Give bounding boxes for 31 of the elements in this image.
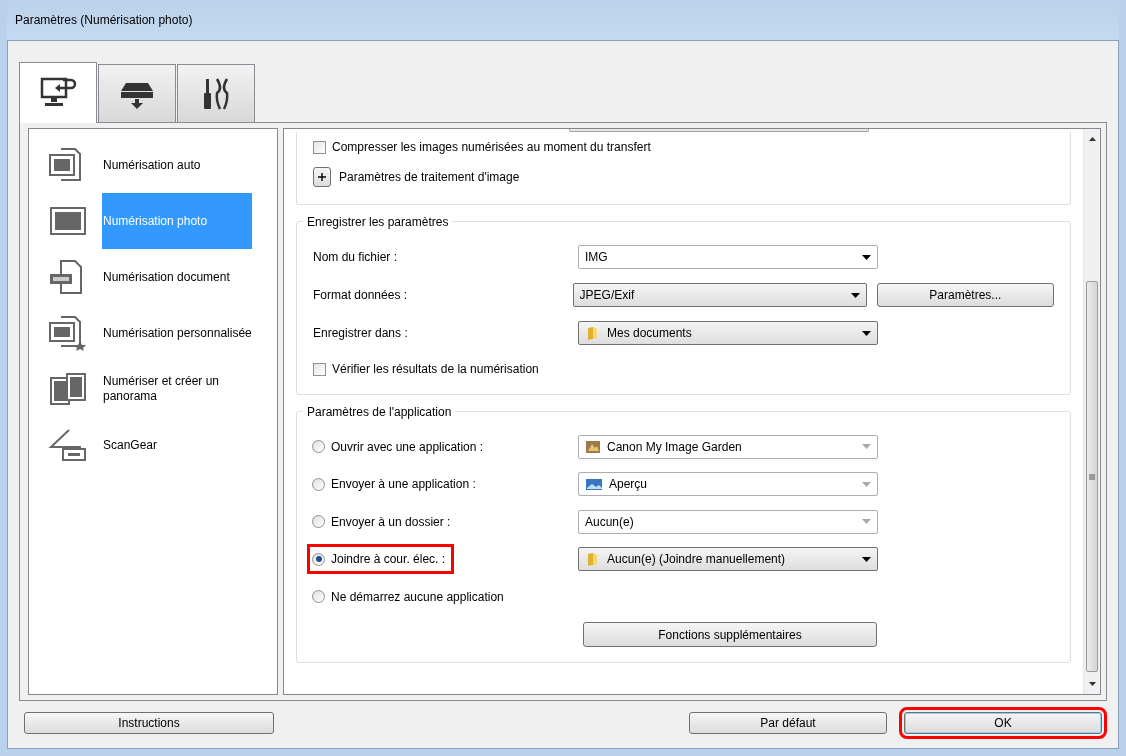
scan-mode-item[interactable]: Numérisation personnalisée (29, 305, 277, 361)
radio-option[interactable]: Ouvrir avec une application : (307, 431, 493, 462)
radio-option[interactable]: Joindre à cour. élec. : (307, 544, 455, 575)
scan-mode-label: Numérisation photo (102, 193, 252, 249)
dropdown[interactable]: IMG (578, 245, 878, 269)
field-label: Format données : (313, 287, 409, 304)
checkbox-label: Vérifier les résultats de la numérisation (332, 361, 539, 378)
scan-mode-label: Numériser et créer un panorama (102, 373, 221, 405)
field-label: Nom du fichier : (313, 249, 399, 266)
radio-option[interactable]: Ne démarrez aucune application (307, 581, 513, 612)
dropdown[interactable]: Aucun(e) (Joindre manuellement) (578, 547, 878, 572)
dialog-button[interactable]: Instructions (24, 712, 274, 734)
scan-mode-label: Numérisation document (102, 268, 231, 286)
checkbox-label: Compresser les images numérisées au moment du transfert (332, 139, 651, 156)
window-title: Paramètres (Numérisation photo) (15, 12, 193, 29)
scan-mode-label: ScanGear (102, 436, 159, 454)
scan-mode-item[interactable]: ScanGear (29, 417, 277, 473)
scan-mode-item[interactable]: Numérisation auto (29, 137, 277, 193)
dialog-button[interactable]: Par défaut (689, 712, 887, 734)
field-label: Enregistrer dans : (313, 325, 409, 342)
scan-mode-label: Numérisation personnalisée (102, 324, 252, 342)
more-functions-button[interactable]: Fonctions supplémentaires (583, 622, 877, 647)
dropdown[interactable]: Mes documents (578, 321, 878, 345)
section-label: Paramètres de traitement d'image (339, 169, 520, 186)
dropdown[interactable]: JPEG/Exif (572, 283, 867, 307)
scan-mode-item[interactable]: Numérisation document (29, 249, 277, 305)
radio-option[interactable]: Envoyer à une application : (307, 469, 485, 500)
settings-button[interactable]: Paramètres... (876, 283, 1054, 307)
radio-option[interactable]: Envoyer à un dossier : (307, 506, 460, 537)
scan-mode-label: Numérisation auto (102, 156, 202, 174)
scan-mode-item[interactable]: Numériser et créer un panorama (29, 361, 277, 417)
